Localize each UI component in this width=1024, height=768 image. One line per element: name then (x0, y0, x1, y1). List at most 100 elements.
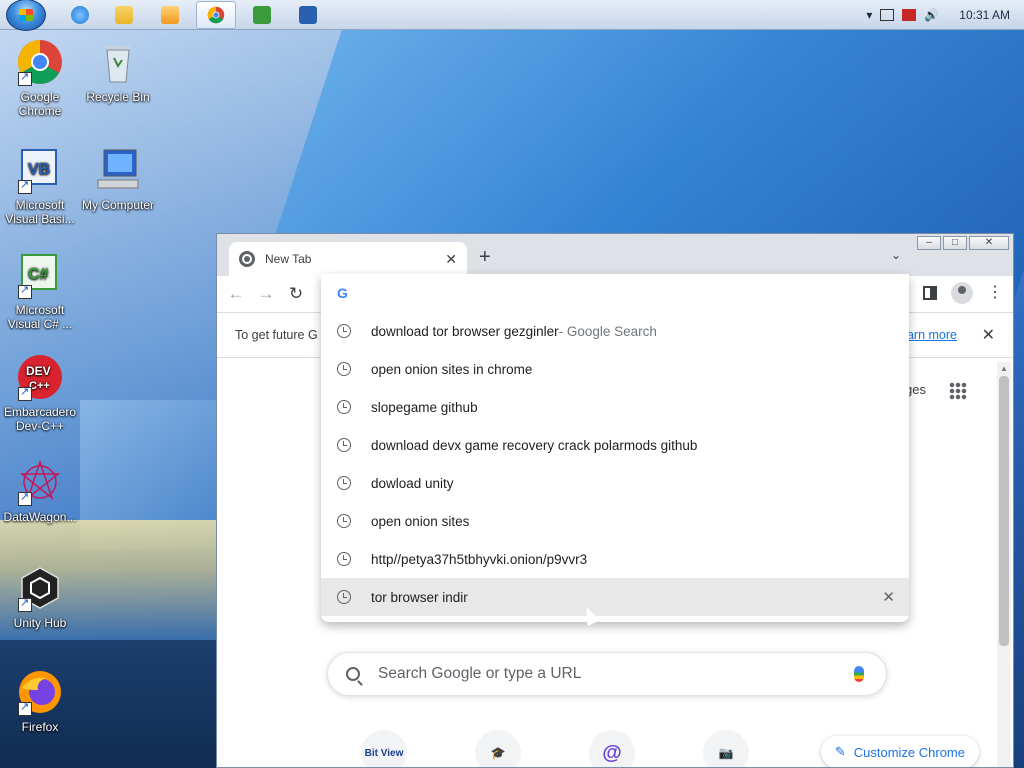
close-icon[interactable]: ✕ (982, 325, 995, 345)
visual-basic-icon: VB (16, 146, 64, 194)
taskbar-media-player-button[interactable] (150, 1, 190, 29)
desktop-icon-my-computer[interactable]: My Computer (78, 146, 158, 212)
scrollbar-thumb[interactable] (999, 376, 1009, 646)
system-tray: ▾ 🔊 10:31 AM (866, 0, 1024, 30)
forward-button[interactable]: → (255, 284, 277, 304)
chrome-icon (16, 38, 64, 86)
shortcut-tile[interactable]: 📷 (703, 730, 749, 767)
customize-label: Customize Chrome (853, 744, 965, 760)
tab-strip: New Tab ✕ + ⌄ – □ ✕ (217, 234, 1013, 276)
desktop-icon-label: Unity Hub (13, 616, 67, 630)
window-controls: – □ ✕ (917, 236, 1009, 250)
unity-icon (16, 564, 64, 612)
firefox-icon (16, 668, 64, 716)
suggestion-item[interactable]: tor browser indir ✕ (321, 578, 909, 616)
shortcut-tile[interactable]: Bit View (361, 730, 407, 767)
suggestion-item[interactable]: dowload unity (321, 464, 909, 502)
toolbar-actions: ⋮ (923, 282, 1003, 304)
history-icon (337, 476, 351, 490)
network-icon[interactable] (880, 9, 895, 21)
minimize-button[interactable]: – (917, 236, 941, 250)
search-icon (346, 667, 360, 681)
visual-basic-icon (299, 6, 317, 24)
search-placeholder: Search Google or type a URL (378, 665, 582, 682)
shortcut-tile[interactable]: @ (589, 730, 635, 767)
clock[interactable]: 10:31 AM (959, 8, 1010, 22)
taskbar-chrome-button[interactable] (196, 1, 236, 29)
svg-text:VB: VB (28, 161, 50, 178)
suggestion-text: slopegame github (371, 399, 478, 415)
desktop-icon-label: Google Chrome (18, 90, 62, 118)
suggestion-text: http//petya37h5tbhyvki.onion/p9vvr3 (371, 551, 588, 567)
close-window-button[interactable]: ✕ (969, 236, 1009, 250)
search-box[interactable]: Search Google or type a URL (327, 652, 887, 696)
suggestion-text: download tor browser gezginler (371, 323, 559, 339)
suggestion-item[interactable]: http//petya37h5tbhyvki.onion/p9vvr3 (321, 540, 909, 578)
tab-new-tab[interactable]: New Tab ✕ (229, 242, 467, 276)
new-tab-button[interactable]: + (479, 246, 491, 269)
chrome-icon (207, 6, 225, 24)
ie-icon (71, 6, 89, 24)
desktop-icon-label: Recycle Bin (86, 90, 150, 104)
desktop-icon-dev-cpp[interactable]: DEV C++ Embarcadero Dev-C++ (0, 353, 80, 433)
suggestion-item[interactable]: download tor browser gezginler - Google … (321, 312, 909, 350)
suggestion-text: open onion sites (371, 513, 470, 529)
suggestion-text: tor browser indir (371, 589, 468, 605)
desktop-icon-datawagon[interactable]: DataWagon... (0, 458, 80, 524)
desktop-icon-visual-csharp[interactable]: C# Microsoft Visual C# ... (0, 251, 80, 331)
history-icon (337, 514, 351, 528)
menu-icon[interactable]: ⋮ (987, 285, 1003, 301)
close-icon[interactable]: ✕ (445, 251, 457, 268)
apps-grid-icon[interactable] (949, 382, 967, 400)
svg-text:DEV: DEV (26, 364, 51, 378)
back-button[interactable]: ← (225, 284, 247, 304)
microphone-icon[interactable] (854, 666, 864, 682)
reload-button[interactable]: ↻ (285, 284, 307, 304)
history-icon (337, 400, 351, 414)
suggestion-item[interactable]: open onion sites (321, 502, 909, 540)
profile-avatar[interactable] (951, 282, 973, 304)
desktop-icon-label: Microsoft Visual C# ... (7, 303, 73, 331)
customize-chrome-button[interactable]: ✎ Customize Chrome (820, 736, 979, 767)
pencil-icon: ✎ (834, 744, 846, 759)
maximize-button[interactable]: □ (943, 236, 967, 250)
computer-icon (94, 146, 142, 194)
remove-suggestion-icon[interactable]: ✕ (882, 588, 895, 606)
suggestion-item[interactable]: download devx game recovery crack polarm… (321, 426, 909, 464)
infobar-text: To get future G (235, 328, 318, 342)
desktop-icon-visual-basic[interactable]: VB Microsoft Visual Basi... (0, 146, 80, 226)
side-panel-icon[interactable] (923, 286, 937, 300)
suggestion-list: download tor browser gezginler - Google … (321, 312, 909, 616)
graduation-cap-icon: 🎓 (490, 746, 506, 760)
recycle-bin-icon (94, 38, 142, 86)
taskbar-explorer-button[interactable] (104, 1, 144, 29)
omnibox-dropdown: G download tor browser gezginler - Googl… (321, 274, 909, 622)
desktop-icon-firefox[interactable]: Firefox (0, 668, 80, 734)
history-icon (337, 552, 351, 566)
desktop-icon-recycle-bin[interactable]: Recycle Bin (78, 38, 158, 104)
taskbar-visual-basic-button[interactable] (288, 1, 328, 29)
desktop-icon-chrome[interactable]: Google Chrome (0, 38, 80, 118)
desktop-icon-unity-hub[interactable]: Unity Hub (0, 564, 80, 630)
omnibox-input[interactable]: G (321, 274, 909, 312)
datawagon-icon (16, 458, 64, 506)
chevron-down-icon[interactable]: ⌄ (891, 248, 901, 262)
suggestion-item[interactable]: slopegame github (321, 388, 909, 426)
history-icon (337, 438, 351, 452)
taskbar: ▾ 🔊 10:31 AM (0, 0, 1024, 31)
speaker-icon[interactable]: 🔊 (924, 8, 939, 22)
start-button[interactable] (6, 0, 46, 31)
chevron-up-icon[interactable]: ▾ (866, 8, 872, 22)
shortcut-tile[interactable]: 🎓 (475, 730, 521, 767)
desktop-icon-label: Embarcadero Dev-C++ (3, 405, 77, 433)
taskbar-visual-csharp-button[interactable] (242, 1, 282, 29)
suggestion-suffix: - Google Search (558, 323, 657, 339)
camera-icon: 📷 (718, 746, 734, 760)
scroll-up-icon[interactable]: ▲ (1000, 364, 1008, 373)
suggestion-item[interactable]: open onion sites in chrome (321, 350, 909, 388)
scrollbar[interactable]: ▲ (997, 362, 1011, 767)
svg-text:C++: C++ (29, 380, 50, 392)
taskbar-ie-button[interactable] (60, 1, 100, 29)
flag-icon[interactable] (902, 9, 917, 21)
google-icon: G (337, 285, 348, 301)
